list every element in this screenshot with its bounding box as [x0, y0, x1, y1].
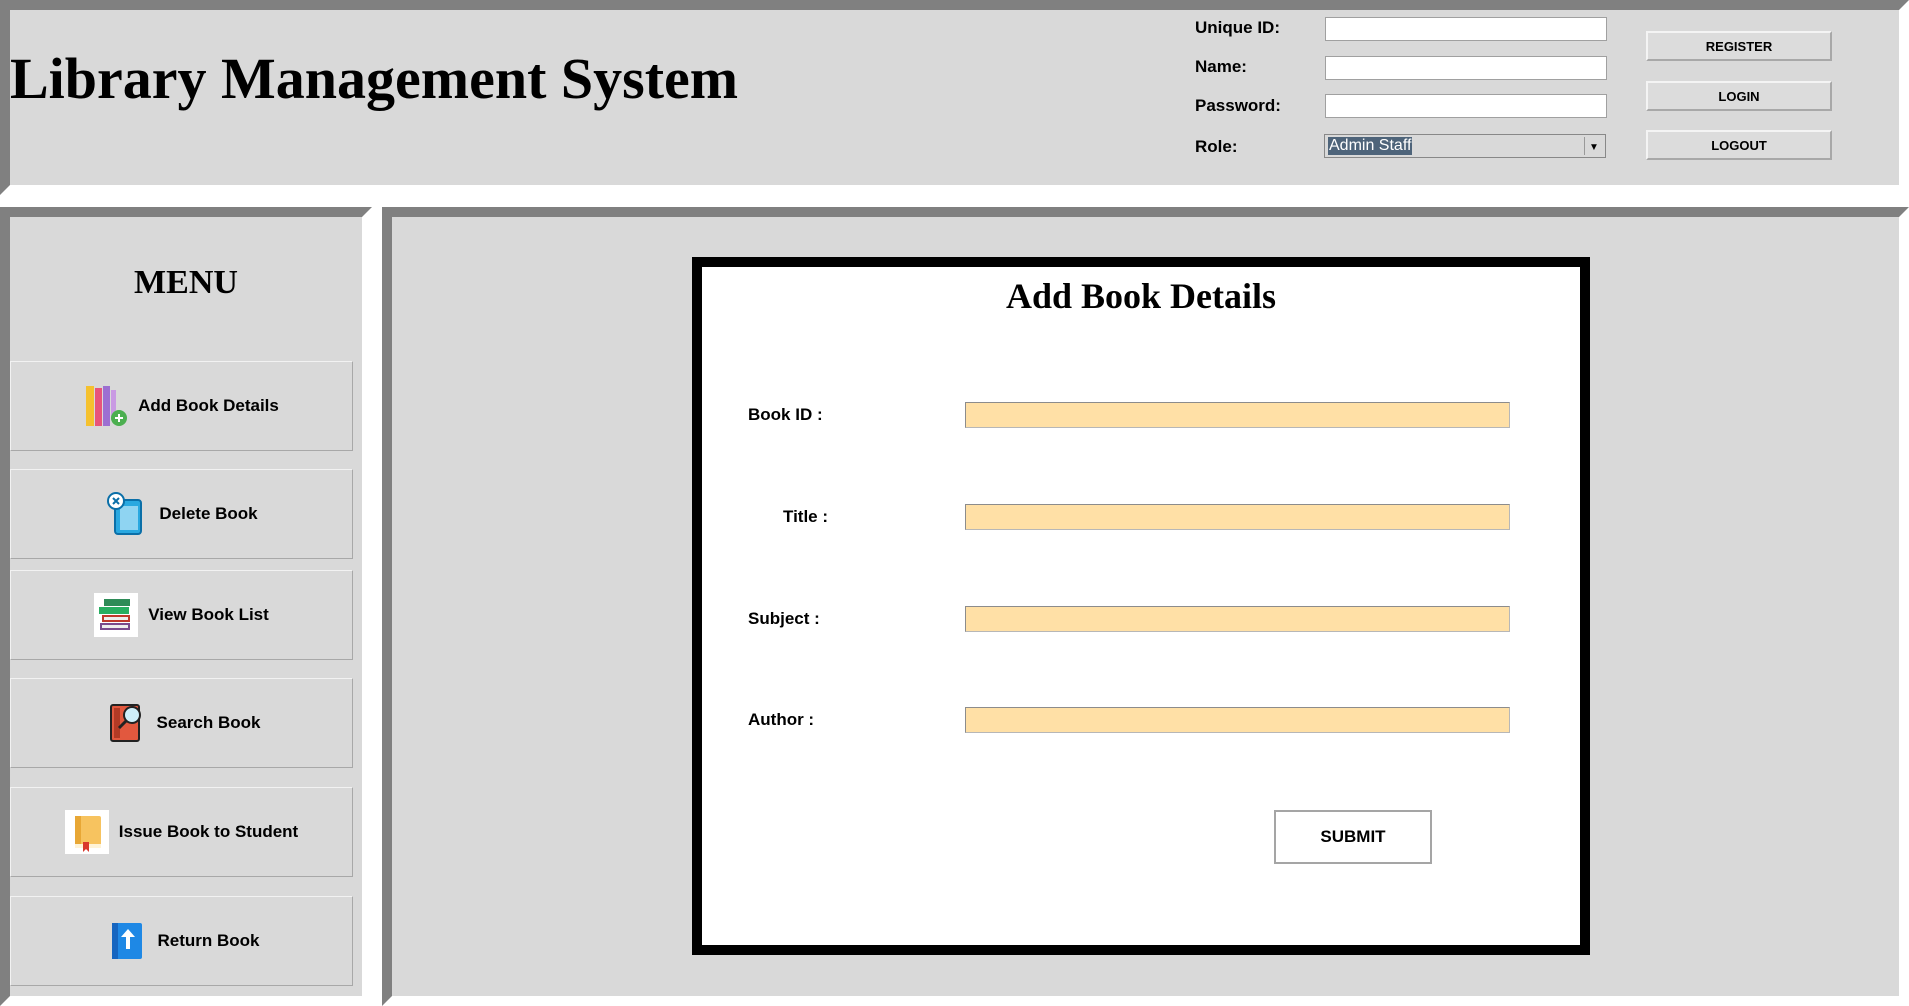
password-input[interactable]	[1325, 94, 1607, 118]
name-label: Name:	[1195, 57, 1247, 76]
chevron-down-icon[interactable]: ▼	[1584, 137, 1603, 155]
register-button[interactable]: REGISTER	[1646, 31, 1832, 61]
add-books-icon	[84, 384, 128, 428]
sidebar-item-label: Return Book	[157, 931, 260, 950]
role-select[interactable]: Admin Staff ▼	[1324, 134, 1606, 158]
role-selected-value: Admin Staff	[1328, 137, 1413, 155]
subject-input[interactable]	[965, 606, 1510, 632]
role-label: Role:	[1195, 137, 1238, 156]
author-input[interactable]	[965, 707, 1510, 733]
form-title: Add Book Details	[1005, 276, 1277, 316]
sidebar-panel: MENU Add Book Details Delete Book View B…	[0, 207, 372, 1006]
sidebar-item-search-book[interactable]: Search Book	[10, 678, 353, 768]
name-input[interactable]	[1325, 56, 1607, 80]
unique-id-label: Unique ID:	[1195, 18, 1280, 37]
submit-button[interactable]: SUBMIT	[1274, 810, 1432, 864]
subject-label: Subject :	[748, 609, 820, 628]
menu-title: MENU	[134, 264, 238, 301]
sidebar-item-issue-book[interactable]: Issue Book to Student	[10, 787, 353, 877]
title-label: Title :	[783, 507, 829, 526]
book-id-input[interactable]	[965, 402, 1510, 428]
sidebar-item-return-book[interactable]: Return Book	[10, 896, 353, 986]
unique-id-input[interactable]	[1325, 17, 1607, 41]
sidebar-item-label: Delete Book	[159, 504, 258, 523]
book-id-label: Book ID :	[748, 405, 823, 424]
app-title: Library Management System	[10, 46, 739, 111]
book-stack-icon	[94, 593, 139, 637]
sidebar-item-add-book-details[interactable]: Add Book Details	[10, 361, 353, 451]
logout-button[interactable]: LOGOUT	[1646, 130, 1832, 160]
return-book-icon	[104, 919, 148, 963]
sidebar-item-label: Search Book	[156, 713, 261, 732]
search-book-icon	[103, 701, 147, 745]
title-input[interactable]	[965, 504, 1510, 530]
issue-book-icon	[64, 810, 109, 854]
sidebar-item-label: View Book List	[148, 605, 269, 624]
password-label: Password:	[1195, 96, 1281, 115]
author-label: Author :	[748, 710, 815, 729]
login-button[interactable]: LOGIN	[1646, 81, 1832, 111]
sidebar-item-label: Issue Book to Student	[118, 822, 299, 841]
sidebar-item-delete-book[interactable]: Delete Book	[10, 469, 353, 559]
delete-book-icon	[105, 492, 149, 536]
sidebar-item-label: Add Book Details	[138, 396, 279, 415]
sidebar-item-view-book-list[interactable]: View Book List	[10, 570, 353, 660]
